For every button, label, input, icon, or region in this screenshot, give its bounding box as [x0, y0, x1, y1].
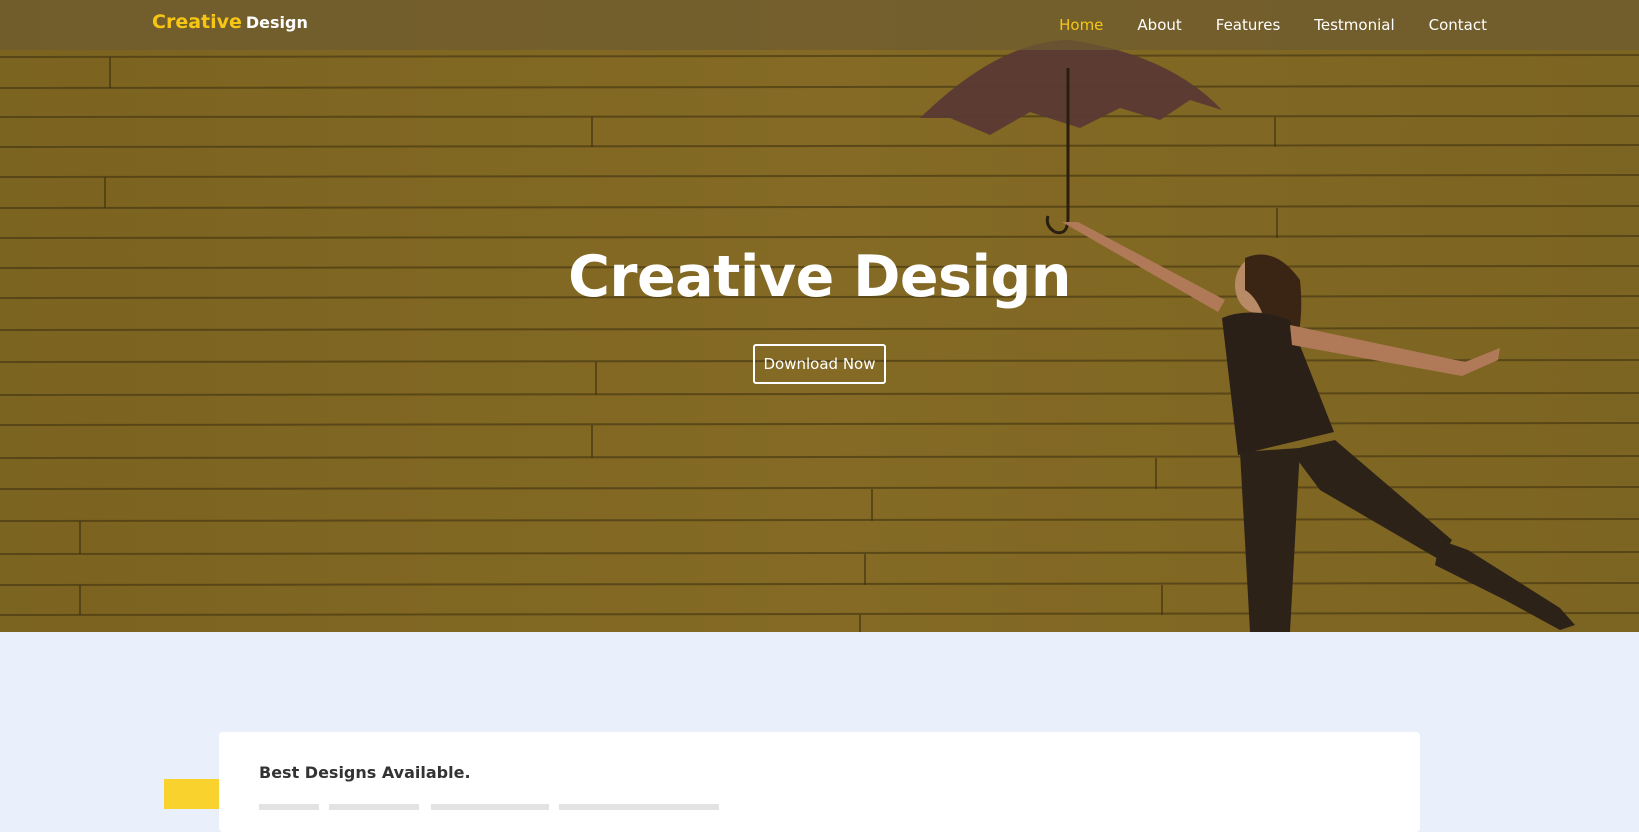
top-navbar: Creative Design Home About Features Testm…	[0, 0, 1639, 50]
download-now-button[interactable]: Download Now	[753, 344, 886, 384]
decorative-yellow-block	[164, 779, 220, 809]
feature-card-title: Best Designs Available.	[259, 763, 471, 782]
nav-item-about[interactable]: About	[1137, 16, 1181, 34]
hero-title: Creative Design	[568, 244, 1071, 310]
nav-item-contact[interactable]: Contact	[1429, 16, 1487, 34]
brand-rest-word: Design	[245, 13, 308, 32]
nav-item-home[interactable]: Home	[1059, 16, 1103, 34]
nav-menu: Home About Features Testmonial Contact	[1059, 16, 1487, 34]
nav-item-features[interactable]: Features	[1216, 16, 1281, 34]
brand-accent-word: Creative	[152, 11, 242, 33]
nav-item-testimonial[interactable]: Testmonial	[1314, 16, 1394, 34]
brand-logo[interactable]: Creative Design	[152, 11, 308, 33]
hero-background-image	[0, 0, 1639, 632]
feature-card: Best Designs Available.	[219, 732, 1420, 832]
feature-card-text-preview	[259, 804, 719, 810]
hero-section: Creative Design Home About Features Testm…	[0, 0, 1639, 632]
